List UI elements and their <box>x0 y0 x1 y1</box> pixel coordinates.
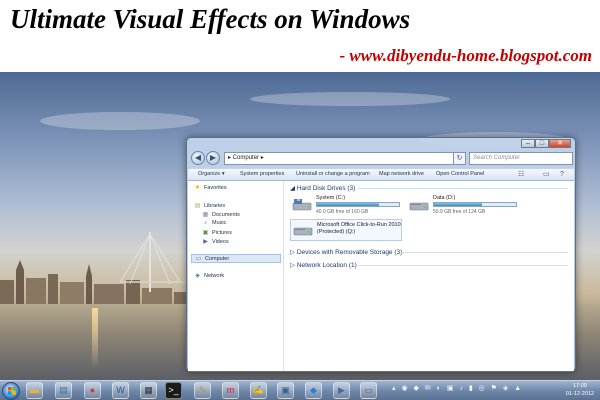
organize-button[interactable]: Organize ▾ <box>198 171 225 177</box>
sidebar-item-label: Music <box>212 220 227 226</box>
start-button[interactable] <box>2 382 20 400</box>
chevron-down-icon: ◢ <box>290 185 297 192</box>
media-taskbar-icon[interactable]: ▶ <box>333 382 350 399</box>
drive-name: Microsoft Office Click-to-Run 2010 <box>317 222 401 228</box>
drive-usage-bar <box>316 202 400 207</box>
drive-name: System (C:) <box>316 195 346 201</box>
preview-pane-icon[interactable]: ▭ <box>543 171 550 179</box>
sidebar-item-label: Computer <box>205 256 230 262</box>
drive-name-line2: (Protected) (Q:) <box>317 229 356 235</box>
clock-time: 17:09 <box>573 383 587 389</box>
maximize-button[interactable]: □ <box>535 139 549 148</box>
view-options-icon[interactable]: ☷ <box>518 171 524 179</box>
navigation-pane: ★ Favorites ▤ Libraries ▦ Documents ♪ Music … <box>188 181 284 371</box>
divider <box>400 252 568 253</box>
notepad-plus-taskbar-icon[interactable]: ✍ <box>250 382 267 399</box>
notepad-taskbar-icon[interactable]: ▤ <box>55 382 72 399</box>
drive-item-d[interactable]: Data (D:) 50.9 GB free of 124 GB <box>407 195 527 219</box>
computer-icon: ▭ <box>195 256 202 262</box>
pictures-icon: ▣ <box>202 230 209 236</box>
sidebar-item-label: Network <box>204 273 225 279</box>
sidebar-item-libraries[interactable]: ▤ Libraries <box>194 202 225 209</box>
group-header-removable[interactable]: ▷ Devices with Removable Storage (3) <box>290 248 402 256</box>
videos-icon: ▶ <box>203 239 208 245</box>
command-prompt-taskbar-icon[interactable]: >_ <box>165 382 182 399</box>
hard-drive-icon <box>293 227 313 236</box>
banner-title: Ultimate Visual Effects on Windows <box>10 4 411 34</box>
drive-item-q[interactable]: Microsoft Office Click-to-Run 2010 (Prot… <box>290 219 402 241</box>
drive-usage-fill <box>317 203 379 206</box>
drive-usage-fill <box>434 203 483 206</box>
control-panel-taskbar-icon[interactable]: ▣ <box>277 382 294 399</box>
banner: Ultimate Visual Effects on Windows - www… <box>0 0 600 72</box>
content-pane: ◢ Hard Disk Drives (3) System (C:) 40.0 … <box>284 181 574 371</box>
system-tray[interactable]: ▴ ◉ ◆ ✉ ◐ ▣ ♪ ▮ ◎ ⚑ ◈ ▲ <box>392 384 523 392</box>
minimize-button[interactable]: – <box>521 139 535 148</box>
sidebar-item-music[interactable]: ♪ Music <box>202 220 226 226</box>
drive-usage-bar <box>433 202 517 207</box>
system-properties-button[interactable]: System properties <box>240 171 284 177</box>
sidebar-item-videos[interactable]: ▶ Videos <box>202 238 229 245</box>
taskbar: ▬ ▤ ● W ▦ >_ ✎ m ✍ ▣ ◆ ▶ ▭ ▴ ◉ ◆ ✉ ◐ ▣ ♪… <box>0 380 600 400</box>
sidebar-item-label: Documents <box>212 212 240 218</box>
refresh-icon[interactable]: ↻ <box>453 152 466 165</box>
group-header-hard-disk[interactable]: ◢ Hard Disk Drives (3) <box>290 184 355 192</box>
window-taskbar-icon[interactable]: ▭ <box>360 382 377 399</box>
cloud <box>250 92 450 106</box>
forward-button[interactable]: ▶ <box>206 151 220 165</box>
cloud <box>40 112 200 130</box>
clock[interactable]: 17:09 01-12-2012 <box>566 382 594 398</box>
sidebar-item-label: Libraries <box>204 203 226 209</box>
uninstall-program-button[interactable]: Uninstall or change a program <box>296 171 370 177</box>
close-button[interactable]: ✕ <box>549 139 571 148</box>
map-network-drive-button[interactable]: Map network drive <box>379 171 424 177</box>
documents-icon: ▦ <box>202 212 209 218</box>
sidebar-item-network[interactable]: ◈ Network <box>194 272 224 279</box>
banner-url: - www.dibyendu-home.blogspot.com <box>339 46 593 65</box>
drive-item-c[interactable]: System (C:) 40.0 GB free of 160 GB <box>290 195 405 219</box>
drive-free-space: 50.9 GB free of 124 GB <box>433 209 486 215</box>
sidebar-item-pictures[interactable]: ▣ Pictures <box>202 229 232 236</box>
command-bar: Organize ▾ System properties Uninstall o… <box>188 168 574 181</box>
system-drive-icon <box>292 199 312 211</box>
library-icon: ▤ <box>194 203 201 209</box>
sidebar-item-computer[interactable]: ▭ Computer <box>191 254 281 263</box>
explorer-window[interactable]: – □ ✕ ◀ ▶ ▸ Computer ▸ ↻ Search Computer… <box>186 137 576 372</box>
address-bar[interactable]: ▸ Computer ▸ <box>224 152 462 165</box>
sidebar-item-label: Videos <box>212 239 229 245</box>
chevron-right-icon: ▷ <box>290 249 297 256</box>
divider <box>358 265 568 266</box>
hard-drive-icon <box>409 202 429 211</box>
music-icon: ♪ <box>204 220 207 226</box>
bridge-tower <box>120 232 190 292</box>
windows-logo-icon <box>8 387 16 395</box>
star-icon: ★ <box>194 185 201 191</box>
sidebar-item-label: Pictures <box>212 230 232 236</box>
sidebar-item-label: Favorites <box>204 185 227 191</box>
network-icon: ◈ <box>195 273 200 279</box>
window-controls: – □ ✕ <box>521 139 571 148</box>
divider <box>358 188 568 189</box>
search-input[interactable]: Search Computer <box>469 152 573 165</box>
paint-taskbar-icon[interactable]: ✎ <box>194 382 211 399</box>
open-control-panel-button[interactable]: Open Control Panel <box>436 171 484 177</box>
back-button[interactable]: ◀ <box>191 151 205 165</box>
navigation-bar: ◀ ▶ ▸ Computer ▸ ↻ Search Computer <box>191 151 573 167</box>
dropbox-taskbar-icon[interactable]: ◆ <box>305 382 322 399</box>
word-taskbar-icon[interactable]: W <box>112 382 129 399</box>
chrome-taskbar-icon[interactable]: ● <box>84 382 101 399</box>
explorer-taskbar-icon[interactable]: ▬ <box>26 382 43 399</box>
light-reflection <box>92 308 98 368</box>
drive-free-space: 40.0 GB free of 160 GB <box>316 209 369 215</box>
group-header-network-location[interactable]: ▷ Network Location (1) <box>290 261 357 269</box>
clock-date: 01-12-2012 <box>565 391 594 397</box>
help-icon[interactable]: ? <box>560 171 564 179</box>
drive-name: Data (D:) <box>433 195 456 201</box>
opera-taskbar-icon[interactable]: m <box>222 382 239 399</box>
calculator-taskbar-icon[interactable]: ▦ <box>140 382 157 399</box>
sidebar-item-documents[interactable]: ▦ Documents <box>202 211 240 218</box>
chevron-right-icon: ▷ <box>290 262 297 269</box>
sidebar-item-favorites[interactable]: ★ Favorites <box>194 184 227 191</box>
